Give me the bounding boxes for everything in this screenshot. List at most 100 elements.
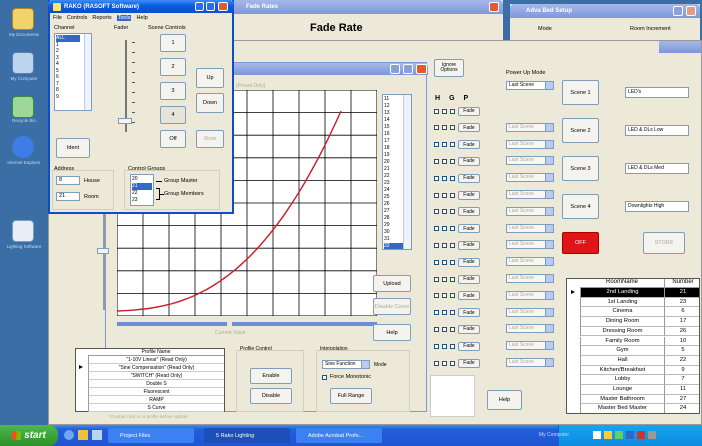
scene-1-button[interactable]: 1	[160, 34, 186, 52]
profile-row[interactable]: RAMP	[88, 396, 224, 404]
number-list-item[interactable]: 29	[384, 222, 404, 229]
h-checkbox[interactable]	[434, 158, 439, 164]
profile-row[interactable]: "Sine Compensation" (Read Only)	[88, 364, 224, 372]
h-checkbox[interactable]	[434, 108, 439, 114]
number-list-item[interactable]: 11	[384, 96, 404, 103]
full-range-button[interactable]: Full Range	[330, 388, 372, 404]
fade-rates-window[interactable]: Fade Rates Fade Rate	[230, 0, 503, 40]
room-table[interactable]: RoomName Number 2nd Landing 21 1st Landing…	[566, 278, 700, 414]
ignore-options-button[interactable]: Ignore Options	[434, 59, 464, 77]
h-checkbox[interactable]	[434, 293, 439, 299]
taskbar-item[interactable]: Adobe Acrobat Profe...	[296, 428, 382, 443]
room-name-cell[interactable]: Dressing Room	[580, 326, 665, 337]
fade-button[interactable]: Fade	[458, 156, 480, 166]
g-checkbox[interactable]	[442, 192, 447, 198]
p-checkbox[interactable]	[450, 158, 455, 164]
g-checkbox[interactable]	[442, 226, 447, 232]
scene-button[interactable]: Scene 2	[562, 118, 599, 143]
h-checkbox[interactable]	[434, 326, 439, 332]
number-list-item[interactable]: 22	[384, 173, 404, 180]
power-up-select[interactable]: Last Scene	[506, 341, 554, 351]
disable-curve-button[interactable]: Disable Curve	[373, 298, 411, 315]
disable-button[interactable]: Disable	[250, 388, 292, 404]
interpolation-select[interactable]: Sine Function	[322, 360, 370, 369]
scene-2-button[interactable]: 2	[160, 58, 186, 76]
tray-icon[interactable]	[648, 431, 656, 439]
number-list-item[interactable]: 18	[384, 145, 404, 152]
g-checkbox[interactable]	[442, 360, 447, 366]
g-checkbox[interactable]	[442, 175, 447, 181]
number-list-item[interactable]: 14	[384, 117, 404, 124]
room-number-cell[interactable]: 11	[665, 385, 699, 395]
power-up-select[interactable]: Last Scene	[506, 257, 554, 267]
room-number-cell[interactable]: 5	[665, 346, 699, 356]
power-up-select[interactable]: Last Scene	[506, 307, 554, 317]
minimize-icon[interactable]	[673, 6, 683, 16]
enable-button[interactable]: Enable	[250, 368, 292, 384]
fade-button[interactable]: Fade	[458, 308, 480, 318]
room-input[interactable]: 21	[56, 192, 80, 201]
power-up-select[interactable]: Last Scene	[506, 139, 554, 149]
power-up-select[interactable]: Last Scene	[506, 122, 554, 132]
room-name-cell[interactable]: Lounge	[580, 385, 665, 395]
h-checkbox[interactable]	[434, 310, 439, 316]
scene-name-input[interactable]: Downlights High	[625, 201, 689, 212]
menu-reports[interactable]: Reports	[92, 15, 111, 21]
p-checkbox[interactable]	[450, 293, 455, 299]
fade-button[interactable]: Fade	[458, 291, 480, 301]
menu-help[interactable]: Help	[136, 15, 147, 21]
fade-button[interactable]: Fade	[458, 106, 480, 116]
room-number-cell[interactable]: 24	[665, 404, 699, 413]
number-list-item[interactable]: 19	[384, 152, 404, 159]
p-checkbox[interactable]	[450, 209, 455, 215]
fade-button[interactable]: Fade	[458, 140, 480, 150]
room-name-cell[interactable]: Master Bathroom	[580, 394, 665, 405]
room-name-cell[interactable]: Cinema	[580, 307, 665, 318]
group-item[interactable]: 21	[132, 183, 152, 190]
maximize-icon[interactable]	[403, 64, 413, 74]
power-up-select[interactable]: Last Scene	[506, 324, 554, 334]
power-up-select[interactable]: Last Scene	[506, 206, 554, 216]
curve-slider-thumb[interactable]	[97, 248, 109, 254]
lighting-software-icon[interactable]	[12, 220, 34, 242]
g-checkbox[interactable]	[442, 125, 447, 131]
internet-explorer-icon[interactable]	[12, 136, 34, 158]
scene-button[interactable]: Scene 1	[562, 80, 599, 105]
upload-button[interactable]: Upload	[373, 275, 411, 292]
h-checkbox[interactable]	[434, 209, 439, 215]
profile-row[interactable]: "SWITCH" (Read Only)	[88, 372, 224, 380]
fade-button[interactable]: Fade	[458, 173, 480, 183]
profile-row[interactable]: Fluorescent	[88, 388, 224, 396]
group-item[interactable]: 20	[132, 176, 152, 183]
g-checkbox[interactable]	[442, 158, 447, 164]
scene-button[interactable]: Scene 4	[562, 194, 599, 219]
number-list-item[interactable]: 17	[384, 138, 404, 145]
store-button[interactable]: STORE	[643, 232, 685, 254]
tray-icon[interactable]	[604, 431, 612, 439]
h-checkbox[interactable]	[434, 360, 439, 366]
room-name-cell[interactable]: Dining Room	[580, 317, 665, 327]
room-number-cell[interactable]: 17	[665, 317, 699, 327]
down-button[interactable]: Down	[196, 93, 224, 113]
h-checkbox[interactable]	[434, 175, 439, 181]
number-list-item[interactable]: 31	[384, 236, 404, 243]
h-checkbox[interactable]	[434, 192, 439, 198]
close-icon[interactable]	[489, 2, 499, 12]
fade-rates-titlebar[interactable]: Fade Rates	[230, 0, 503, 14]
p-checkbox[interactable]	[450, 343, 455, 349]
profile-row[interactable]: S Curve	[88, 404, 224, 412]
number-list-item[interactable]: 26	[384, 201, 404, 208]
power-up-select[interactable]: Last Scene	[506, 274, 554, 283]
group-list[interactable]: 20 21 22 23	[130, 174, 154, 206]
p-checkbox[interactable]	[450, 125, 455, 131]
p-checkbox[interactable]	[450, 259, 455, 265]
scene-name-input[interactable]: LED & DLs Low	[625, 125, 689, 136]
off-button[interactable]: OFF	[562, 232, 599, 254]
scene-6-button[interactable]: Store	[196, 130, 224, 148]
minimize-icon[interactable]	[390, 64, 400, 74]
g-checkbox[interactable]	[442, 259, 447, 265]
power-up-select[interactable]: Last Scene	[506, 290, 554, 300]
p-checkbox[interactable]	[450, 108, 455, 114]
number-list-item[interactable]: 24	[384, 187, 404, 194]
p-checkbox[interactable]	[450, 242, 455, 248]
